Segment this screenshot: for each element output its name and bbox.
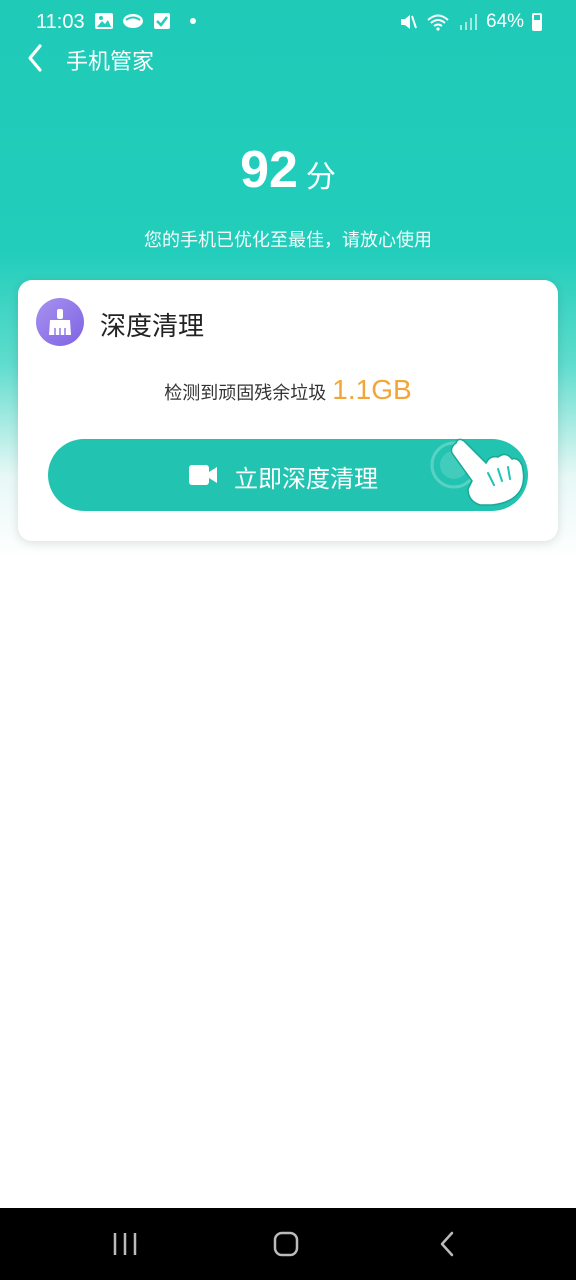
junk-size-value: 1.1GB xyxy=(332,374,412,405)
deep-clean-button-label: 立即深度清理 xyxy=(234,465,378,493)
detect-label: 检测到顽固残余垃圾 xyxy=(164,383,327,404)
home-icon[interactable] xyxy=(266,1228,306,1260)
battery-percent: 64% xyxy=(485,11,524,32)
pointing-hand-icon xyxy=(430,438,525,506)
system-nav-bar xyxy=(0,1208,576,1280)
score-display: 92 分 xyxy=(0,140,576,200)
score-description: 您的手机已优化至最佳，请放心使用 xyxy=(144,230,432,251)
score-value: 92 xyxy=(240,141,298,199)
battery-icon xyxy=(532,13,542,31)
status-notification-icons xyxy=(94,11,196,31)
status-system-icons: 64% xyxy=(398,11,542,33)
signal-icon xyxy=(459,14,477,30)
app-header: 手机管家 xyxy=(0,36,576,80)
chevron-left-icon[interactable] xyxy=(22,40,52,76)
wifi-icon xyxy=(427,14,449,31)
broom-icon xyxy=(36,298,84,346)
score-unit: 分 xyxy=(305,160,336,195)
page-title: 手机管家 xyxy=(66,50,155,75)
notification-dot xyxy=(190,18,196,24)
gallery-icon xyxy=(95,13,113,29)
status-time: 11:03 xyxy=(36,11,85,33)
checklist-icon xyxy=(154,13,170,29)
back-icon[interactable] xyxy=(428,1228,468,1260)
mute-icon xyxy=(400,15,417,29)
app-icon xyxy=(123,14,143,28)
recents-icon[interactable] xyxy=(105,1228,145,1260)
deep-clean-button[interactable]: 立即深度清理 xyxy=(48,438,528,511)
video-camera-icon xyxy=(189,465,217,485)
card-title: 深度清理 xyxy=(100,312,205,342)
deep-clean-card: 深度清理 检测到顽固残余垃圾 1.1GB 立即深度清理 xyxy=(18,280,558,541)
junk-detection-text: 检测到顽固残余垃圾 1.1GB xyxy=(18,374,558,406)
